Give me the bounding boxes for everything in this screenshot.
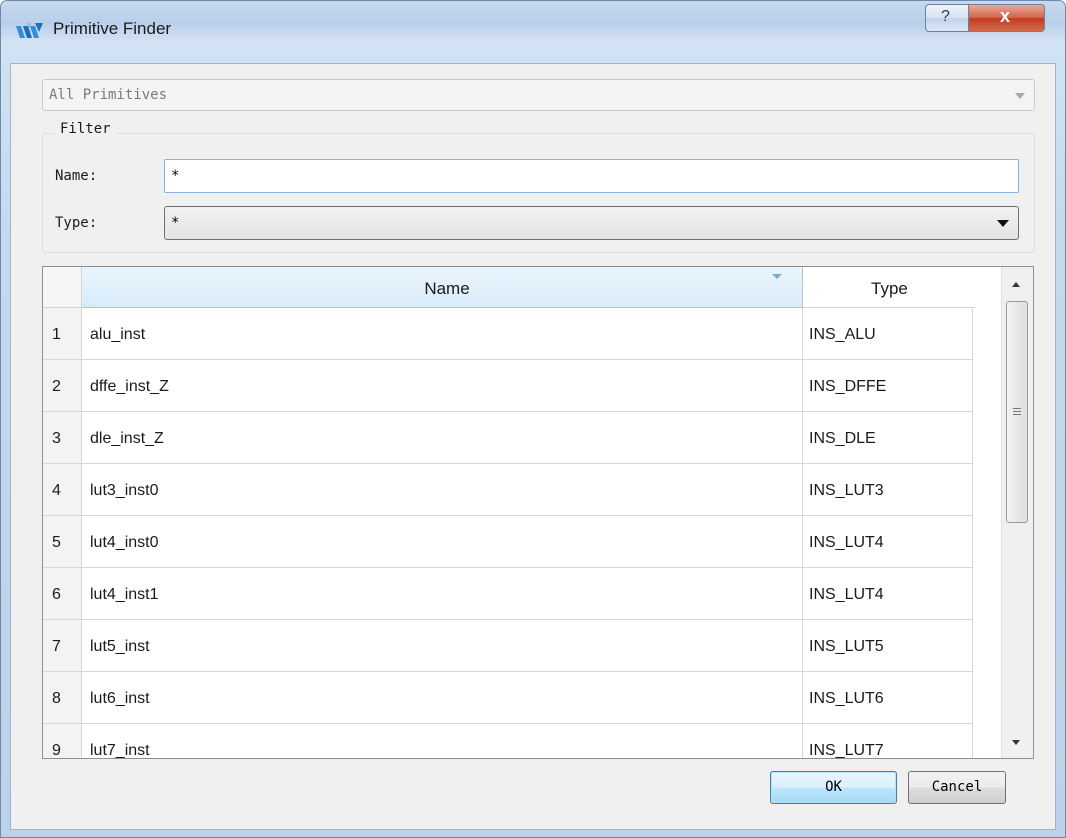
window-title: Primitive Finder (53, 19, 172, 38)
app-logo-icon (16, 23, 43, 38)
table-row[interactable]: 8 lut6_inst INS_LUT6 (43, 672, 973, 724)
primitive-type-cell: INS_LUT4 (803, 516, 973, 568)
name-label: Name: (55, 168, 98, 184)
primitive-type-cell: INS_DLE (803, 412, 973, 464)
dropdown-arrow-icon (1015, 93, 1025, 99)
help-icon: ? (941, 8, 950, 25)
table-row[interactable]: 1 alu_inst INS_ALU (43, 308, 973, 360)
grip-line (1013, 411, 1021, 412)
primitive-type-cell: INS_DFFE (803, 360, 973, 412)
vertical-scrollbar[interactable] (1001, 267, 1033, 758)
name-column-label: Name (424, 279, 470, 298)
type-label: Type: (55, 215, 98, 231)
ok-button[interactable]: OK (770, 771, 897, 804)
row-number: 7 (43, 620, 82, 672)
name-filter-value: * (171, 168, 180, 184)
primitive-name-cell: lut7_inst (82, 724, 803, 758)
close-button[interactable]: x (968, 4, 1045, 32)
title-bar[interactable]: Primitive Finder ? x (1, 1, 1065, 63)
row-number: 2 (43, 360, 82, 412)
primitive-type-cell: INS_LUT5 (803, 620, 973, 672)
help-button[interactable]: ? (925, 4, 969, 32)
table-row[interactable]: 5 lut4_inst0 INS_LUT4 (43, 516, 973, 568)
grip-line (1013, 408, 1021, 409)
primitive-scope-select[interactable]: All Primitives (42, 79, 1035, 111)
scroll-down-arrow-icon[interactable] (1012, 740, 1020, 745)
scrollbar-thumb[interactable] (1006, 301, 1028, 523)
primitive-type-cell: INS_LUT6 (803, 672, 973, 724)
primitive-type-cell: INS_LUT7 (803, 724, 973, 758)
row-number: 8 (43, 672, 82, 724)
primitive-name-cell: dle_inst_Z (82, 412, 803, 464)
table-row[interactable]: 2 dffe_inst_Z INS_DFFE (43, 360, 973, 412)
type-filter-value: * (171, 215, 180, 231)
table-row[interactable]: 6 lut4_inst1 INS_LUT4 (43, 568, 973, 620)
type-column-label: Type (871, 279, 908, 298)
table-row[interactable]: 3 dle_inst_Z INS_DLE (43, 412, 973, 464)
primitive-name-cell: lut6_inst (82, 672, 803, 724)
grip-line (1013, 414, 1021, 415)
row-number: 9 (43, 724, 82, 758)
primitive-name-cell: lut5_inst (82, 620, 803, 672)
primitive-name-cell: lut4_inst0 (82, 516, 803, 568)
close-icon: x (1000, 6, 1011, 26)
primitive-name-cell: alu_inst (82, 308, 803, 360)
row-number: 4 (43, 464, 82, 516)
type-filter-select[interactable]: * (164, 206, 1019, 240)
primitive-type-cell: INS_ALU (803, 308, 973, 360)
table-row[interactable]: 7 lut5_inst INS_LUT5 (43, 620, 973, 672)
dropdown-arrow-icon (997, 220, 1009, 227)
dialog-client-area: All Primitives Filter Name: * Type: * Na… (10, 63, 1056, 830)
sort-indicator-icon (772, 274, 783, 298)
table-row[interactable]: 4 lut3_inst0 INS_LUT3 (43, 464, 973, 516)
row-number: 1 (43, 308, 82, 360)
type-column-header[interactable]: Type (803, 267, 975, 308)
row-number: 5 (43, 516, 82, 568)
table-row[interactable]: 9 lut7_inst INS_LUT7 (43, 724, 973, 758)
primitive-scope-value: All Primitives (49, 87, 168, 103)
cancel-button[interactable]: Cancel (908, 771, 1006, 804)
primitive-type-cell: INS_LUT3 (803, 464, 973, 516)
name-column-header[interactable]: Name (82, 267, 803, 308)
primitive-name-cell: lut4_inst1 (82, 568, 803, 620)
primitives-table: Name Type 1 alu_inst INS_ALU 2 dffe_inst… (42, 266, 1034, 759)
row-number: 6 (43, 568, 82, 620)
scroll-up-arrow-icon[interactable] (1012, 282, 1020, 287)
primitive-name-cell: lut3_inst0 (82, 464, 803, 516)
primitive-type-cell: INS_LUT4 (803, 568, 973, 620)
name-filter-input[interactable]: * (164, 159, 1019, 193)
primitive-name-cell: dffe_inst_Z (82, 360, 803, 412)
filter-group-title: Filter (54, 121, 117, 137)
row-number: 3 (43, 412, 82, 464)
primitive-finder-dialog: Primitive Finder ? x All Primitives Filt… (0, 0, 1066, 838)
table-corner-header[interactable] (43, 267, 82, 308)
